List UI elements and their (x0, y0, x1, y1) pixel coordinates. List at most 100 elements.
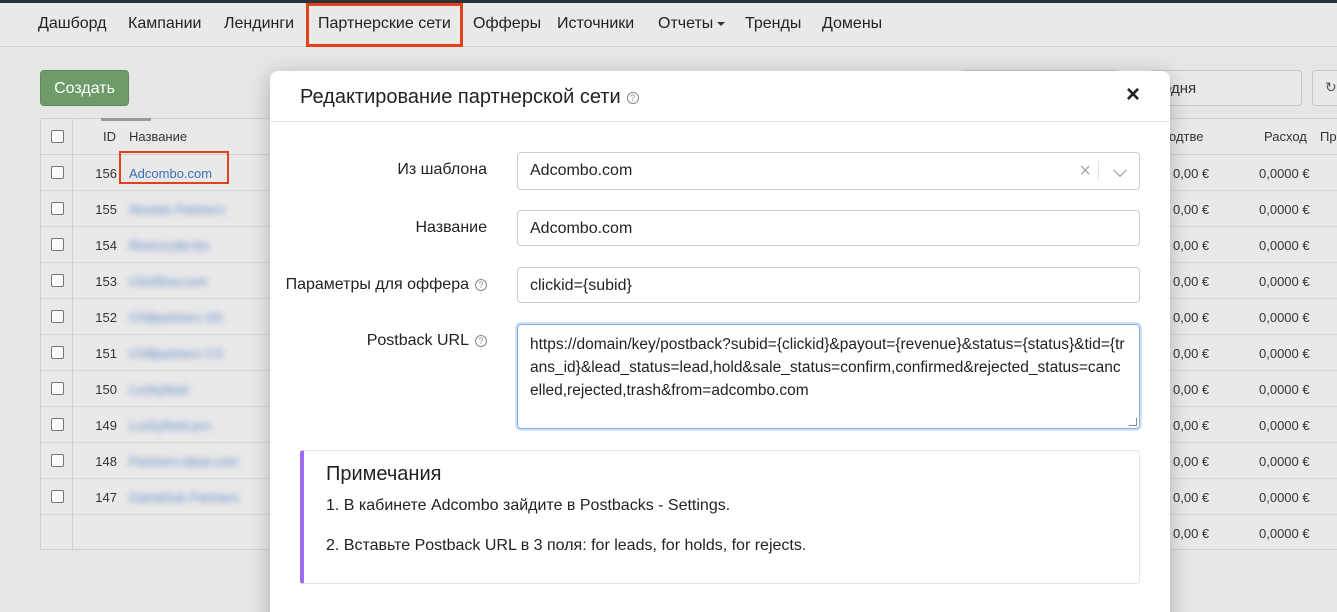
total-revenue: 0,00 € (1173, 526, 1210, 541)
nav-campaigns[interactable]: Кампании (128, 3, 202, 47)
help-icon[interactable]: ? (626, 91, 639, 104)
row-cost: 0,0000 € (1259, 454, 1310, 469)
header-name[interactable]: Название (129, 129, 187, 144)
row-name-link[interactable]: Clickflow.com (129, 274, 208, 289)
resize-handle-icon[interactable] (1129, 418, 1137, 426)
params-label-text: Параметры для оффера (285, 276, 469, 293)
row-checkbox[interactable] (51, 166, 64, 179)
row-name-link[interactable]: Alvotan Partners (129, 202, 225, 217)
chevron-down-icon[interactable] (1112, 162, 1128, 178)
header-extra[interactable]: Пр (1320, 129, 1337, 144)
notes-panel: Примечания 1. В кабинете Adcombo зайдите… (300, 450, 1140, 584)
chevron-down-icon: ⌵ (1163, 79, 1289, 96)
date-range-select[interactable]: одня ⌵ (1150, 70, 1302, 106)
nav-affiliate-networks[interactable]: Партнерские сети (306, 3, 463, 47)
header-cost[interactable]: Расход (1264, 129, 1307, 144)
row-revenue: 0,00 € (1173, 418, 1210, 433)
row-cost: 0,0000 € (1259, 346, 1310, 361)
caret-down-icon (717, 21, 726, 26)
row-revenue: 0,00 € (1173, 238, 1210, 253)
row-name-link[interactable]: Partners-ideal.com (129, 454, 238, 469)
row-cost: 0,0000 € (1259, 490, 1310, 505)
highlight-box (119, 151, 229, 184)
params-label: Параметры для оффера? (286, 276, 487, 294)
row-name-link[interactable]: Chillpartners CX (129, 346, 224, 361)
row-checkbox[interactable] (51, 346, 64, 359)
nav-sources[interactable]: Источники (557, 3, 634, 47)
row-id: 152 (95, 310, 117, 325)
params-value: clickid={subid} (530, 277, 632, 294)
help-icon[interactable]: ? (475, 334, 487, 347)
postback-url-value: https://domain/key/postback?subid={click… (530, 336, 1125, 399)
row-checkbox[interactable] (51, 382, 64, 395)
row-cost: 0,0000 € (1259, 274, 1310, 289)
row-checkbox[interactable] (51, 490, 64, 503)
row-id: 151 (95, 346, 117, 361)
postback-label: Postback URL? (367, 332, 487, 350)
row-cost: 0,0000 € (1259, 382, 1310, 397)
row-id: 148 (95, 454, 117, 469)
row-name-link[interactable]: Luckyfeed.pro (129, 418, 211, 433)
row-checkbox[interactable] (51, 418, 64, 431)
note-item: 1. В кабинете Adcombo зайдите в Postback… (326, 497, 731, 514)
nav-trends[interactable]: Тренды (745, 3, 801, 47)
row-id: 153 (95, 274, 117, 289)
template-value: Adcombo.com (530, 162, 633, 179)
nav-offers[interactable]: Офферы (473, 3, 541, 47)
select-divider (1098, 161, 1099, 181)
note-item: 2. Вставьте Postback URL в 3 поля: for l… (326, 537, 807, 554)
name-label: Название (415, 219, 488, 236)
row-checkbox[interactable] (51, 310, 64, 323)
nav-reports-label: Отчеты (658, 15, 714, 32)
row-id: 147 (95, 490, 117, 505)
row-checkbox[interactable] (51, 202, 64, 215)
nav-domains[interactable]: Домены (822, 3, 882, 47)
row-name-link[interactable]: Luckyfeed (129, 382, 188, 397)
create-button[interactable]: Создать (40, 70, 129, 106)
select-all-checkbox[interactable] (51, 130, 64, 143)
row-revenue: 0,00 € (1173, 490, 1210, 505)
modal-title-text: Редактирование партнерской сети (300, 86, 621, 108)
row-checkbox[interactable] (51, 454, 64, 467)
header-id[interactable]: ID (103, 129, 116, 144)
row-name-link[interactable]: Riverscale.biz (129, 238, 210, 253)
nav-landings[interactable]: Лендинги (224, 3, 294, 47)
sort-indicator (101, 118, 151, 121)
row-checkbox[interactable] (51, 238, 64, 251)
name-input[interactable]: Adcombo.com (517, 210, 1140, 246)
help-icon[interactable]: ? (475, 278, 487, 291)
row-cost: 0,0000 € (1259, 166, 1310, 181)
row-revenue: 0,00 € (1173, 274, 1210, 289)
row-id: 155 (95, 202, 117, 217)
postback-url-textarea[interactable]: https://domain/key/postback?subid={click… (517, 324, 1140, 429)
row-cost: 0,0000 € (1259, 202, 1310, 217)
template-label: Из шаблона (397, 161, 487, 178)
total-cost: 0,0000 € (1259, 526, 1310, 541)
header-revenue[interactable]: одтве (1169, 129, 1203, 144)
row-revenue: 0,00 € (1173, 166, 1210, 181)
row-revenue: 0,00 € (1173, 346, 1210, 361)
modal-header: Редактирование партнерской сети? × (270, 71, 1170, 122)
edit-network-modal: Редактирование партнерской сети? × Из ша… (270, 71, 1170, 612)
row-id: 156 (95, 166, 117, 181)
modal-title: Редактирование партнерской сети? (300, 86, 639, 109)
nav-dashboard[interactable]: Дашборд (38, 3, 107, 47)
row-id: 150 (95, 382, 117, 397)
row-name-link[interactable]: Chillpartners SS (129, 310, 223, 325)
row-checkbox[interactable] (51, 274, 64, 287)
row-revenue: 0,00 € (1173, 454, 1210, 469)
row-id: 154 (95, 238, 117, 253)
clear-icon[interactable]: × (1079, 160, 1091, 183)
nav-reports[interactable]: Отчеты (658, 3, 726, 47)
close-icon[interactable]: × (1126, 83, 1140, 107)
template-select[interactable]: Adcombo.com × (517, 152, 1140, 190)
row-name-link[interactable]: Gamehub Partners (129, 490, 239, 505)
params-input[interactable]: clickid={subid} (517, 267, 1140, 303)
row-cost: 0,0000 € (1259, 238, 1310, 253)
row-cost: 0,0000 € (1259, 310, 1310, 325)
refresh-icon: ↻ (1325, 79, 1337, 95)
main-nav: Дашборд Кампании Лендинги Партнерские се… (0, 3, 1337, 47)
postback-label-text: Postback URL (366, 332, 469, 349)
row-id: 149 (95, 418, 117, 433)
refresh-button[interactable]: ↻ (1312, 70, 1337, 106)
